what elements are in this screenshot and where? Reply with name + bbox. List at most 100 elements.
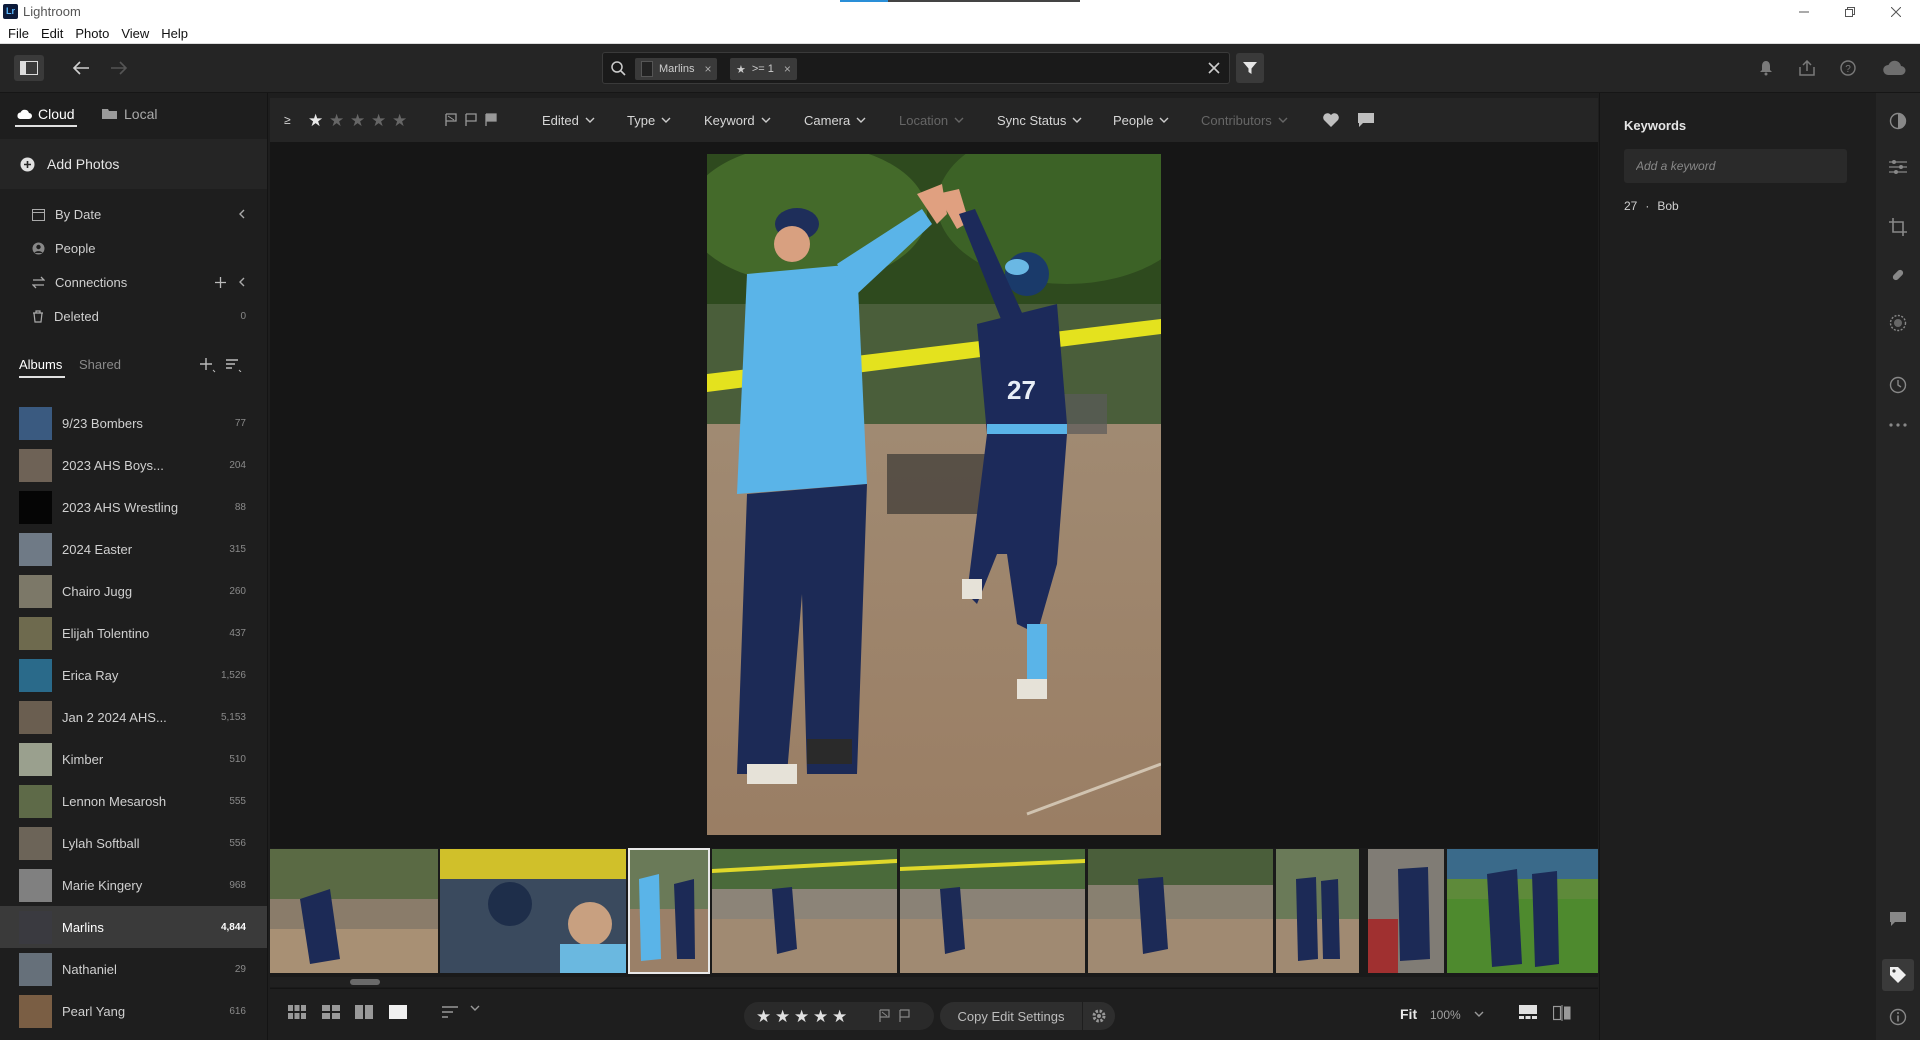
zoom-fit-label[interactable]: Fit [1400,1006,1417,1022]
detail-view-icon[interactable] [389,1005,407,1019]
search-chip-rating[interactable]: ★ >= 1 × [730,58,797,80]
tab-albums[interactable]: Albums [19,357,62,372]
album-item[interactable]: Lylah Softball 556 [0,822,267,864]
close-window-button[interactable] [1873,0,1919,23]
copy-edit-settings-button[interactable]: Copy Edit Settings [940,1002,1082,1030]
restore-button[interactable] [1827,0,1873,23]
menu-file[interactable]: File [8,26,29,41]
nav-people[interactable]: People [0,231,267,265]
album-item[interactable]: 2024 Easter 315 [0,528,267,570]
filter-keyword[interactable]: Keyword [704,98,771,142]
menu-edit[interactable]: Edit [41,26,63,41]
zoom-level[interactable]: 100% [1430,1008,1461,1022]
plus-icon[interactable] [215,276,226,288]
minimize-button[interactable] [1781,0,1827,23]
album-item[interactable]: 2023 AHS Boys... 204 [0,444,267,486]
menu-photo[interactable]: Photo [75,26,109,41]
square-grid-icon[interactable] [355,1005,373,1019]
tab-shared[interactable]: Shared [79,357,121,372]
star-rating-filter[interactable]: ★ ★ ★ ★ ★ [308,98,408,142]
album-item[interactable]: 9/23 Bombers 77 [0,402,267,444]
album-item[interactable]: Kimber 510 [0,738,267,780]
filter-type[interactable]: Type [627,98,671,142]
share-icon[interactable] [1797,58,1817,78]
filter-sync-status[interactable]: Sync Status [997,98,1082,142]
chevron-down-icon[interactable] [470,1005,480,1011]
bell-icon[interactable] [1756,58,1776,78]
filter-button[interactable] [1236,53,1264,83]
filmstrip-thumbnail[interactable] [712,849,897,973]
nav-connections[interactable]: Connections [0,265,267,299]
keyword-input[interactable] [1624,149,1847,183]
edit-sliders-icon[interactable] [1888,157,1908,177]
remove-chip-icon[interactable]: × [784,62,791,76]
chevron-down-icon[interactable] [1474,1011,1484,1017]
rating-operator[interactable]: ≥ [284,98,291,142]
nav-by-date[interactable]: By Date [0,197,267,231]
album-item[interactable]: Marie Kingery 968 [0,864,267,906]
search-bar[interactable]: Marlins × ★ >= 1 × [602,52,1230,84]
presets-icon[interactable] [1888,111,1908,131]
main-photo[interactable]: 27 [707,154,1161,835]
album-item-selected[interactable]: Marlins 4,844 [0,906,267,948]
filmstrip-thumbnail[interactable] [270,849,438,973]
keyword-tag-icon[interactable] [1882,959,1914,991]
grid-small-icon[interactable] [288,1005,306,1019]
filter-people[interactable]: People [1113,98,1169,142]
add-photos-button[interactable]: Add Photos [0,139,267,189]
filmstrip-thumbnail[interactable] [1088,849,1273,973]
filmstrip-thumbnail[interactable] [440,849,626,973]
help-icon[interactable]: ? [1838,58,1858,78]
scrollbar-thumb[interactable] [350,979,380,985]
tab-cloud[interactable]: Cloud [16,106,75,122]
flag-icons[interactable] [878,1009,918,1023]
filmstrip-thumbnail[interactable] [1368,849,1444,973]
filmstrip-thumbnail[interactable] [1276,849,1359,973]
album-item[interactable]: Chairo Jugg 260 [0,570,267,612]
compare-view-icon[interactable] [1553,1005,1571,1021]
info-icon[interactable] [1888,1007,1908,1027]
filter-camera[interactable]: Camera [804,98,866,142]
crop-icon[interactable] [1888,217,1908,237]
album-item[interactable]: Elijah Tolentino 437 [0,612,267,654]
filmstrip-thumbnail-selected[interactable] [628,848,710,974]
album-item[interactable]: Nathaniel 29 [0,948,267,990]
filmstrip-thumbnail[interactable] [1447,849,1598,973]
healing-icon[interactable] [1888,265,1908,285]
rate-stars[interactable]: ★ ★ ★ ★ ★ [756,1006,856,1026]
filmstrip-scrollbar[interactable] [270,977,1598,987]
album-item[interactable]: Erica Ray 1,526 [0,654,267,696]
add-album-icon[interactable] [200,357,216,373]
sort-lines-icon[interactable] [442,1005,460,1019]
flag-filter[interactable] [444,98,504,142]
album-item[interactable]: Pearl Yang 616 [0,990,267,1032]
gear-icon[interactable] [1083,1002,1115,1030]
history-icon[interactable] [1888,375,1908,395]
remove-chip-icon[interactable]: × [704,62,711,76]
clear-search-icon[interactable] [1207,61,1221,75]
keyword-item[interactable]: Bob [1657,199,1678,213]
menu-help[interactable]: Help [161,26,188,41]
heart-icon[interactable] [1322,98,1340,142]
cloud-icon[interactable] [1881,58,1907,78]
grid-medium-icon[interactable] [322,1005,340,1019]
menu-view[interactable]: View [121,26,149,41]
keyword-item[interactable]: 27 [1624,199,1637,213]
forward-arrow-icon[interactable] [108,58,130,78]
comments-icon[interactable] [1888,909,1908,929]
nav-deleted[interactable]: Deleted 0 [0,299,267,333]
filmstrip-toggle-icon[interactable] [1519,1005,1537,1019]
filmstrip-thumbnail[interactable] [900,849,1085,973]
album-item[interactable]: Lennon Mesarosh 555 [0,780,267,822]
sort-icon[interactable] [226,358,242,372]
more-icon[interactable] [1888,415,1908,435]
search-chip-album[interactable]: Marlins × [635,58,718,80]
album-item[interactable]: Jan 2 2024 AHS... 5,153 [0,696,267,738]
masking-icon[interactable] [1888,313,1908,333]
panel-toggle-icon[interactable] [14,55,44,81]
album-item[interactable]: 2023 AHS Wrestling 88 [0,486,267,528]
back-arrow-icon[interactable] [70,58,92,78]
tab-local[interactable]: Local [102,106,157,122]
filter-edited[interactable]: Edited [542,98,595,142]
comment-icon[interactable] [1357,98,1375,142]
